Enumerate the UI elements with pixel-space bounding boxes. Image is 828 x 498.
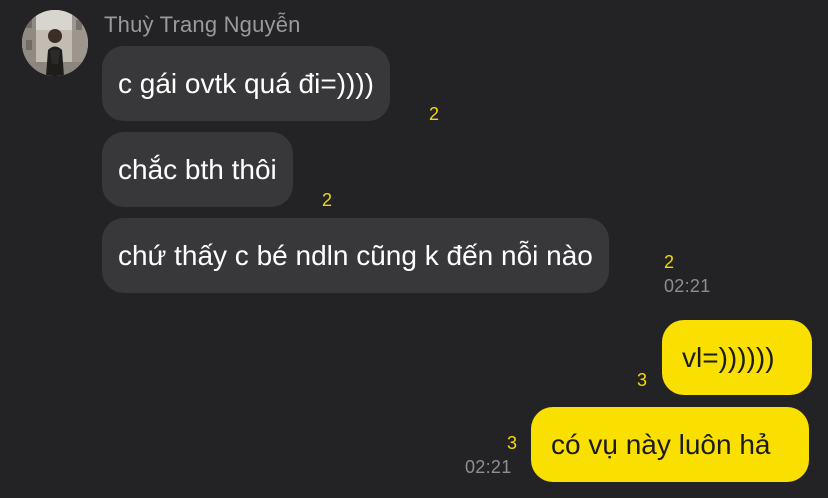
chat-window: Thuỳ Trang Nguyễn c gái ovtk quá đi=))))… bbox=[0, 0, 828, 498]
message-timestamp: 02:21 bbox=[465, 457, 512, 477]
unread-count: 2 bbox=[322, 190, 333, 210]
incoming-message[interactable]: c gái ovtk quá đi=)))) bbox=[102, 46, 390, 121]
incoming-message[interactable]: chắc bth thôi bbox=[102, 132, 293, 207]
unread-count: 3 bbox=[507, 433, 518, 453]
unread-count: 2 bbox=[429, 104, 440, 124]
outgoing-message[interactable]: vl=)))))) bbox=[662, 320, 812, 395]
unread-count: 3 bbox=[637, 370, 648, 390]
message-timestamp: 02:21 bbox=[664, 276, 711, 296]
avatar-photo-icon bbox=[22, 10, 88, 76]
sender-name: Thuỳ Trang Nguyễn bbox=[104, 12, 301, 37]
outgoing-message[interactable]: có vụ này luôn hả bbox=[531, 407, 809, 482]
incoming-message[interactable]: chứ thấy c bé ndln cũng k đến nỗi nào bbox=[102, 218, 609, 293]
unread-count: 2 bbox=[664, 252, 675, 272]
sender-avatar[interactable] bbox=[22, 10, 88, 76]
